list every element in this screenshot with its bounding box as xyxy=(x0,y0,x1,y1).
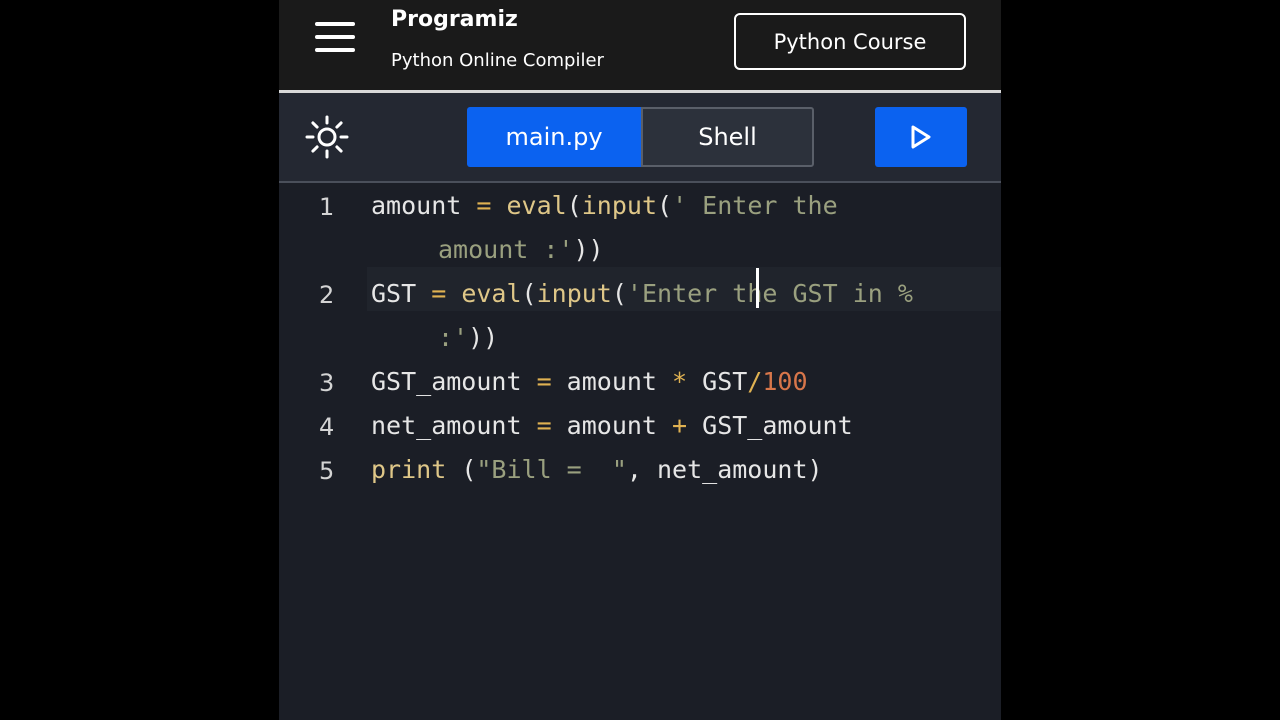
code-line[interactable]: net_amount = amount + GST_amount xyxy=(371,411,853,440)
code-token: amount xyxy=(371,191,462,220)
sun-icon[interactable] xyxy=(305,115,349,159)
code-token: = xyxy=(461,191,507,220)
code-token: = xyxy=(521,411,567,440)
code-token: + xyxy=(656,411,703,440)
code-line-wrap[interactable]: amount :')) xyxy=(438,235,604,264)
code-line[interactable]: print ("Bill = ", net_amount) xyxy=(371,455,823,484)
code-token: :' xyxy=(438,323,469,352)
code-token: ( xyxy=(611,279,627,308)
code-token: = xyxy=(521,367,567,396)
line-number: 3 xyxy=(319,369,335,397)
code-token: GST xyxy=(702,367,748,396)
code-token: net_amount xyxy=(371,411,522,440)
code-token: input xyxy=(536,279,612,308)
code-token: amount xyxy=(566,367,657,396)
code-token: ) xyxy=(807,455,823,484)
code-token: input xyxy=(581,191,658,220)
code-token: * xyxy=(656,367,703,396)
code-token: 100 xyxy=(762,367,808,396)
code-token: net_amount xyxy=(657,455,808,484)
code-token: ( xyxy=(657,191,673,220)
code-token: print xyxy=(371,455,447,484)
code-token: , xyxy=(626,455,657,484)
compiler-app: Programiz Python Online Compiler Python … xyxy=(279,0,1001,720)
code-token: ( xyxy=(446,455,477,484)
code-token: GST_amount xyxy=(371,367,522,396)
code-token: )) xyxy=(468,323,499,352)
line-number: 5 xyxy=(319,457,335,485)
code-token: )) xyxy=(573,235,604,264)
code-line[interactable]: amount = eval(input(' Enter the xyxy=(371,191,838,220)
code-token: "Bill = " xyxy=(476,455,627,484)
page-subtitle: Python Online Compiler xyxy=(391,50,604,71)
code-token: eval xyxy=(461,279,522,308)
line-number: 1 xyxy=(319,193,335,221)
code-line[interactable]: GST = eval(input('Enter the GST in % xyxy=(371,279,913,308)
run-button[interactable] xyxy=(875,107,967,167)
code-token: ' Enter the xyxy=(672,191,838,220)
text-cursor xyxy=(756,268,759,308)
code-token: 'Enter the GST in % xyxy=(626,279,913,308)
code-editor[interactable] xyxy=(279,183,1001,720)
code-token: amount xyxy=(566,411,657,440)
line-number: 2 xyxy=(319,281,335,309)
brand-logo[interactable]: Programiz xyxy=(391,2,518,36)
code-token: ( xyxy=(521,279,537,308)
menu-icon[interactable] xyxy=(315,22,355,52)
brand-name: Programiz xyxy=(391,6,518,32)
code-token: amount :' xyxy=(438,235,574,264)
tab-main-py[interactable]: main.py xyxy=(467,107,641,167)
line-number: 4 xyxy=(319,413,335,441)
code-token: GST xyxy=(371,279,417,308)
code-line-wrap[interactable]: :')) xyxy=(438,323,498,352)
play-icon xyxy=(911,125,931,149)
code-line[interactable]: GST_amount = amount * GST/100 xyxy=(371,367,808,396)
code-token: eval xyxy=(506,191,567,220)
python-course-button[interactable]: Python Course xyxy=(734,13,966,70)
code-token: GST_amount xyxy=(702,411,853,440)
code-token: / xyxy=(747,367,763,396)
tab-shell[interactable]: Shell xyxy=(641,107,814,167)
code-token: = xyxy=(416,279,462,308)
code-token: ( xyxy=(566,191,582,220)
